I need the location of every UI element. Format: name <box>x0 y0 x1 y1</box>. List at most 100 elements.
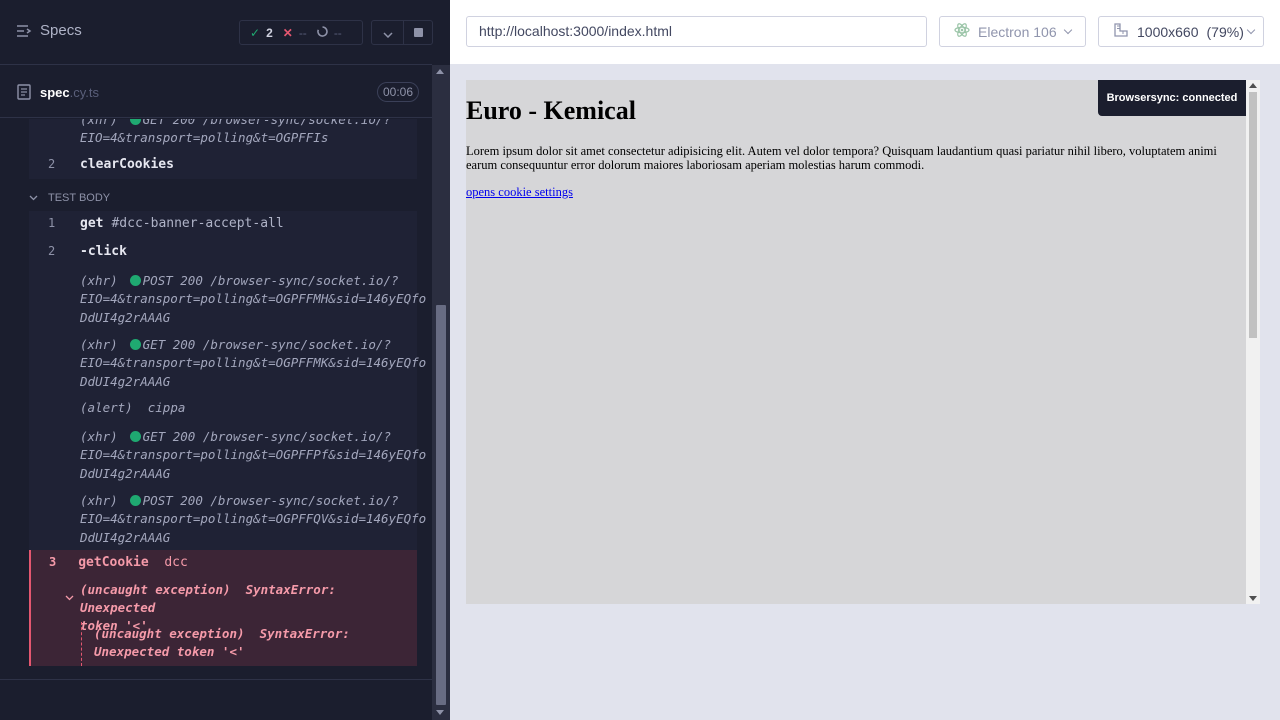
status-dot-icon <box>129 275 141 286</box>
browser-name: Electron 106 <box>978 23 1057 40</box>
failed-stat: ✕ -- <box>273 26 307 40</box>
log-message-cont: DdUI4g2rAAAG <box>80 309 171 325</box>
command-name: getCookie <box>78 555 149 570</box>
chevron-down-icon <box>1063 25 1072 34</box>
log-type: (xhr) <box>80 337 118 352</box>
command-message: #dcc-banner-accept-all <box>111 216 284 231</box>
spec-extension: .cy.ts <box>69 85 100 100</box>
scrollbar-thumb[interactable] <box>1249 92 1257 338</box>
aut-header: http://localhost:3000/index.html Electro… <box>450 0 1280 64</box>
spec-name[interactable]: spec.cy.ts <box>40 85 99 100</box>
log-type: (xhr) <box>80 273 118 288</box>
log-message: POST 200 /browser-sync/socket.io/? <box>142 273 399 288</box>
command-get-cookie[interactable]: 3 getCookie dcc <box>49 555 188 570</box>
electron-icon <box>954 22 970 41</box>
command-number: 3 <box>49 555 57 569</box>
url-bar[interactable]: http://localhost:3000/index.html <box>466 16 927 47</box>
reporter-panel: Specs ✓ 2 ✕ -- -- spec.cy.ts 00:06 (xhr)… <box>0 0 450 720</box>
specs-title: Specs <box>40 22 82 39</box>
chevron-down-icon <box>29 192 38 204</box>
command-number: 2 <box>48 244 56 258</box>
scroll-up-icon[interactable] <box>1249 83 1257 88</box>
command-log-item[interactable]: (alert) cippa <box>80 399 415 417</box>
failed-count: -- <box>298 25 307 40</box>
log-type: (uncaught exception) <box>80 582 231 597</box>
frame-scrollbar[interactable] <box>1246 80 1260 604</box>
app-under-test-frame: Euro - Kemical Lorem ipsum dolor sit ame… <box>466 80 1260 604</box>
test-body-label: TEST BODY <box>48 192 111 204</box>
spec-bar: spec.cy.ts 00:06 <box>0 66 432 118</box>
status-dot-icon <box>129 431 141 442</box>
scroll-up-icon[interactable] <box>436 69 444 74</box>
command-name: clearCookies <box>80 157 174 172</box>
log-message: GET 200 /browser-sync/socket.io/? <box>142 337 391 352</box>
command-message: dcc <box>164 555 188 570</box>
page-paragraph: Lorem ipsum dolor sit amet consectetur a… <box>466 144 1217 172</box>
specs-toggle[interactable]: Specs <box>16 22 82 39</box>
ruler-icon <box>1113 22 1129 41</box>
log-message-cont: EIO=4&transport=polling&t=OGPFFQV&sid=14… <box>80 511 427 527</box>
passed-count: 2 <box>266 25 273 40</box>
command-log-item[interactable]: (xhr) GET 200 /browser-sync/socket.io/? E… <box>80 428 426 483</box>
stop-button[interactable] <box>403 20 433 45</box>
chevron-down-icon <box>1246 25 1256 34</box>
log-type: (xhr) <box>80 119 118 127</box>
failed-command-block[interactable]: 3 getCookie dcc (uncaught exception) Synt… <box>29 550 417 666</box>
log-message-cont: EIO=4&transport=polling&t=OGPFFIs <box>80 130 329 146</box>
log-message-cont: EIO=4&transport=polling&t=OGPFFMH&sid=14… <box>80 291 427 307</box>
log-type: (uncaught exception) <box>94 626 245 641</box>
viewport-size: 1000x660 <box>1137 23 1199 40</box>
command-log-item[interactable]: (xhr) POST 200 /browser-sync/socket.io/? … <box>80 492 426 547</box>
log-message: GET 200 /browser-sync/socket.io/? <box>142 119 391 127</box>
log-message-cont: Unexpected token '<' <box>94 644 245 659</box>
command-log: (xhr) GET 200 /browser-sync/socket.io/? E… <box>0 119 432 679</box>
log-message-cont: DdUI4g2rAAAG <box>80 529 171 545</box>
status-dot-icon <box>129 495 141 506</box>
log-message-cont: DdUI4g2rAAAG <box>80 373 171 389</box>
expand-collapse-button[interactable] <box>371 20 404 45</box>
chevron-down-icon <box>382 23 393 42</box>
command-name: -click <box>80 244 127 259</box>
command-number: 2 <box>48 157 56 171</box>
command-log-item[interactable]: (xhr) POST 200 /browser-sync/socket.io/? … <box>80 272 426 327</box>
viewport-selector[interactable]: 1000x660 (79%) <box>1098 16 1264 47</box>
page-heading: Euro - Kemical <box>466 96 636 125</box>
passed-stat: ✓ 2 <box>240 26 273 40</box>
log-message: SyntaxError: <box>259 626 350 641</box>
command-name-text: get <box>80 216 104 231</box>
log-message-cont: DdUI4g2rAAAG <box>80 465 171 481</box>
test-stats: ✓ 2 ✕ -- -- <box>239 20 363 45</box>
log-message: GET 200 /browser-sync/socket.io/? <box>142 429 391 444</box>
log-message: POST 200 /browser-sync/socket.io/? <box>142 493 399 508</box>
scroll-down-icon[interactable] <box>1249 596 1257 601</box>
reporter-footer-divider <box>0 679 432 680</box>
log-type: (xhr) <box>80 493 118 508</box>
chevron-down-icon[interactable] <box>65 586 74 605</box>
status-dot-icon <box>129 339 141 350</box>
spec-basename: spec <box>40 85 70 100</box>
zoom-level: (79%) <box>1206 23 1244 40</box>
browsersync-toast: Browsersync: connected <box>1098 80 1246 116</box>
reporter-header: Specs ✓ 2 ✕ -- -- <box>0 0 433 65</box>
log-message: cippa <box>147 400 186 415</box>
command-number: 1 <box>48 216 56 230</box>
check-icon: ✓ <box>250 25 261 40</box>
test-body-toggle[interactable]: TEST BODY <box>29 189 110 207</box>
specs-list-icon <box>16 24 32 38</box>
nested-exception-group: (uncaught exception) SyntaxError: Unexpe… <box>81 622 411 666</box>
reporter-scrollbar[interactable] <box>432 65 450 720</box>
log-type: (xhr) <box>80 429 118 444</box>
scroll-down-icon[interactable] <box>436 710 444 715</box>
x-icon: ✕ <box>282 25 293 40</box>
pending-count: -- <box>333 25 342 40</box>
log-type: (alert) <box>80 400 133 415</box>
command-log-item[interactable]: (xhr) GET 200 /browser-sync/socket.io/? E… <box>80 336 426 391</box>
log-message-cont: EIO=4&transport=polling&t=OGPFFPf&sid=14… <box>80 447 427 463</box>
cookie-settings-link[interactable]: opens cookie settings <box>466 185 573 200</box>
document-icon <box>17 84 31 104</box>
log-message-cont: EIO=4&transport=polling&t=OGPFFMK&sid=14… <box>80 355 427 371</box>
scrollbar-thumb[interactable] <box>436 305 446 705</box>
command-log-item[interactable]: (xhr) GET 200 /browser-sync/socket.io/? E… <box>80 119 415 148</box>
nested-exception-log[interactable]: (uncaught exception) SyntaxError: Unexpe… <box>94 625 414 661</box>
browser-selector[interactable]: Electron 106 <box>939 16 1086 47</box>
